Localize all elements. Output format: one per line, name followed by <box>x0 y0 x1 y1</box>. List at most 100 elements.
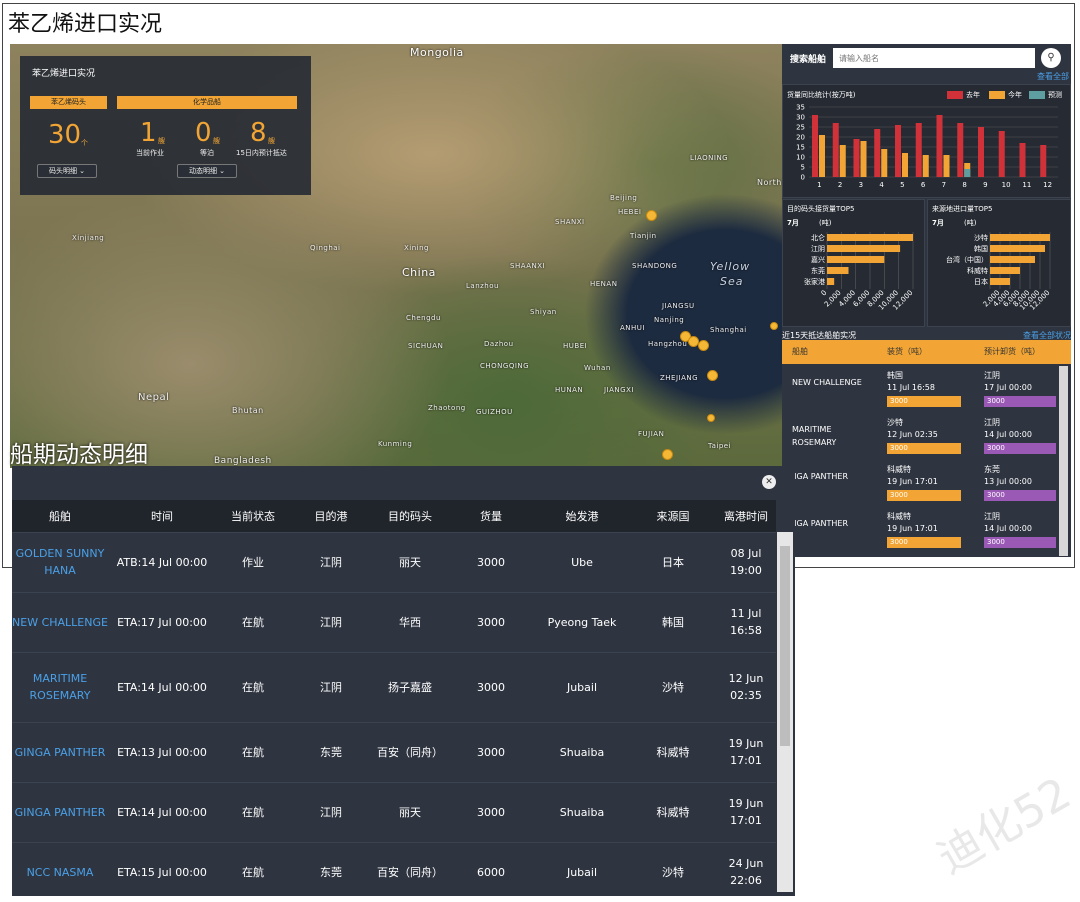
chem-count: 8 <box>250 118 267 148</box>
map-label: Xinjiang <box>72 234 105 242</box>
y-tick-label: 0 <box>801 174 805 182</box>
table-row[interactable]: GOLDEN SUNNY HANA ATB:14 Jul 00:00 作业 江阴 丽天 3… <box>12 531 776 592</box>
right-panel: 搜索船舶 ⚲ 查看全部 货量同比统计(按万吨) 去年 今年 预测 0510152… <box>782 44 1071 557</box>
load-info: 科威特 19 Jun 17:01 <box>887 465 938 486</box>
map-label: Dazhou <box>484 340 514 348</box>
ship-marker[interactable] <box>646 210 657 221</box>
bar-this-year <box>922 155 929 177</box>
terminal-detail-button[interactable]: 码头明细 ⌄ <box>37 164 97 178</box>
unload-info: 江阴 14 Jul 00:00 <box>984 512 1032 533</box>
cell-ship[interactable]: MARITIME ROSEMARY <box>12 651 108 722</box>
cell-qty: 3000 <box>448 531 534 592</box>
cell-port: 江阴 <box>290 651 372 722</box>
y-tick-label: 25 <box>796 124 805 132</box>
origin-top5-card: 来源地进口量TOP5 7月 (吨) 沙特 韩国 台湾（中国） 科威特 日本 2,000 4,… <box>927 199 1071 327</box>
terminal-top5-title: 目的码头接货量TOP5 <box>787 205 855 213</box>
col-header-ship: 船舶 <box>792 347 808 356</box>
bar <box>827 234 913 241</box>
map-label: Xining <box>404 244 430 252</box>
category-label: 北仑 <box>811 233 825 242</box>
map-label: Tianjin <box>630 232 657 240</box>
category-label: 嘉兴 <box>811 255 825 264</box>
map-label: GUIZHOU <box>476 408 513 416</box>
ship-marker[interactable] <box>770 322 778 330</box>
bar-this-year <box>881 149 888 177</box>
ship-marker[interactable] <box>707 370 718 381</box>
cell-port: 江阴 <box>290 591 372 652</box>
arrival-row[interactable]: NEW CHALLENGE 韩国 11 Jul 16:58 3000 江阴 17 J… <box>782 366 1058 412</box>
dynamic-detail-button[interactable]: 动态明细 ⌄ <box>177 164 237 178</box>
map-label: Beijing <box>610 194 638 202</box>
arrival-row[interactable]: GINGA PANTHER 科威特 19 Jun 17:01 3000 江阴 14 … <box>782 507 1058 553</box>
table-row[interactable]: NEW CHALLENGE ETA:17 Jul 00:00 在航 江阴 华西 3000 P… <box>12 591 776 652</box>
map-label: Yellow <box>710 260 751 273</box>
cell-origin-port: Pyeong Taek <box>534 591 630 652</box>
search-icon[interactable]: ⚲ <box>1041 48 1061 68</box>
map-label: Mongolia <box>410 46 464 59</box>
map-label: China <box>402 266 436 279</box>
bar <box>827 267 849 274</box>
map-label: Wuhan <box>584 364 611 372</box>
terminal-header: 苯乙烯码头 <box>30 96 107 109</box>
bar-last-year <box>978 127 984 177</box>
arrival-ship: MARITIME ROSEMARY <box>792 425 837 447</box>
scroll-thumb[interactable] <box>780 546 790 746</box>
cell-qty: 3000 <box>448 781 534 842</box>
cell-depart: 19 Jun 17:01 <box>716 721 776 782</box>
category-label: 台湾（中国） <box>946 255 988 264</box>
unload-info: 江阴 17 Jul 00:00 <box>984 371 1032 392</box>
ship-search-input[interactable] <box>833 48 1035 68</box>
table-header-row: 船舶 时间 当前状态 目的港 目的码头 货量 始发港 来源国 离港时间 <box>12 500 776 532</box>
col-header-unload: 预计卸货（吨） <box>984 347 1040 356</box>
cell-country: 日本 <box>630 531 716 592</box>
table-scrollbar[interactable] <box>777 532 793 892</box>
col-header: 始发港 <box>534 500 630 532</box>
map-label: Kunming <box>378 440 413 448</box>
map-label: Bangladesh <box>214 456 272 466</box>
category-label: 沙特 <box>974 233 988 242</box>
y-tick-label: 35 <box>796 104 805 112</box>
arrival-row[interactable]: MARITIME ROSEMARY 沙特 12 Jun 02:35 3000 江阴… <box>782 413 1058 459</box>
cell-ship[interactable]: NEW CHALLENGE <box>12 591 108 652</box>
cell-ship[interactable]: GOLDEN SUNNY HANA <box>12 531 108 592</box>
cell-qty: 6000 <box>448 841 534 902</box>
table-row[interactable]: MARITIME ROSEMARY ETA:14 Jul 00:00 在航 江阴 扬子嘉… <box>12 651 776 722</box>
bar <box>827 245 901 252</box>
map-label: Hangzhou <box>648 340 688 348</box>
arrival-row[interactable]: GINGA PANTHER 科威特 19 Jun 17:01 3000 东莞 13 … <box>782 460 1058 506</box>
ship-marker[interactable] <box>662 449 673 460</box>
col-header: 船舶 <box>12 500 108 532</box>
x-tick-label: 2 <box>838 181 842 189</box>
cell-status: 在航 <box>216 721 290 782</box>
map-label: Nepal <box>138 392 170 403</box>
chem-unit: 艘 <box>213 137 220 145</box>
cell-ship[interactable]: GINGA PANTHER <box>12 781 108 842</box>
bar-this-year <box>902 153 908 177</box>
table-row[interactable]: NCC NASMA ETA:15 Jul 00:00 在航 东莞 百安（同舟） 6000 J… <box>12 841 776 902</box>
cell-ship[interactable]: GINGA PANTHER <box>12 721 108 782</box>
map-label: HUNAN <box>555 386 584 394</box>
cell-time: ETA:13 Jul 00:00 <box>108 721 216 782</box>
terminal-top5-chart: 北仑江阴嘉兴东莞张家港02,0004,0006,0008,00010,00012… <box>804 232 914 312</box>
cell-depart: 11 Jul 16:58 <box>716 591 776 652</box>
map-label: HUBEI <box>563 342 588 350</box>
cell-ship[interactable]: NCC NASMA <box>12 841 108 902</box>
terminal-top5-card: 目的码头接货量TOP5 7月 (吨) 北仑 江阴 嘉兴 东莞 张家港 0 2,000 4,00… <box>782 199 925 327</box>
cell-terminal: 百安（同舟） <box>372 841 448 902</box>
map-label: Chengdu <box>406 314 441 322</box>
close-icon[interactable]: ✕ <box>762 475 776 489</box>
table-row[interactable]: GINGA PANTHER ETA:14 Jul 00:00 在航 江阴 丽天 3000 S… <box>12 781 776 842</box>
table-row[interactable]: GINGA PANTHER ETA:13 Jul 00:00 在航 东莞 百安（同舟） 3… <box>12 721 776 782</box>
bar-last-year <box>936 115 943 177</box>
arrivals-scrollbar[interactable] <box>1059 366 1068 556</box>
ship-marker[interactable] <box>707 414 715 422</box>
see-all-link[interactable]: 查看全部 <box>1037 71 1069 82</box>
origin-top5-title: 来源地进口量TOP5 <box>932 205 993 213</box>
bar <box>827 278 835 285</box>
ship-marker[interactable] <box>698 340 709 351</box>
unload-qty-bar: 3000 <box>984 396 1056 407</box>
col-header: 货量 <box>448 500 534 532</box>
cell-country: 科威特 <box>630 781 716 842</box>
chem-label: 等泊 <box>200 149 214 157</box>
cell-origin-port: Jubail <box>534 651 630 722</box>
